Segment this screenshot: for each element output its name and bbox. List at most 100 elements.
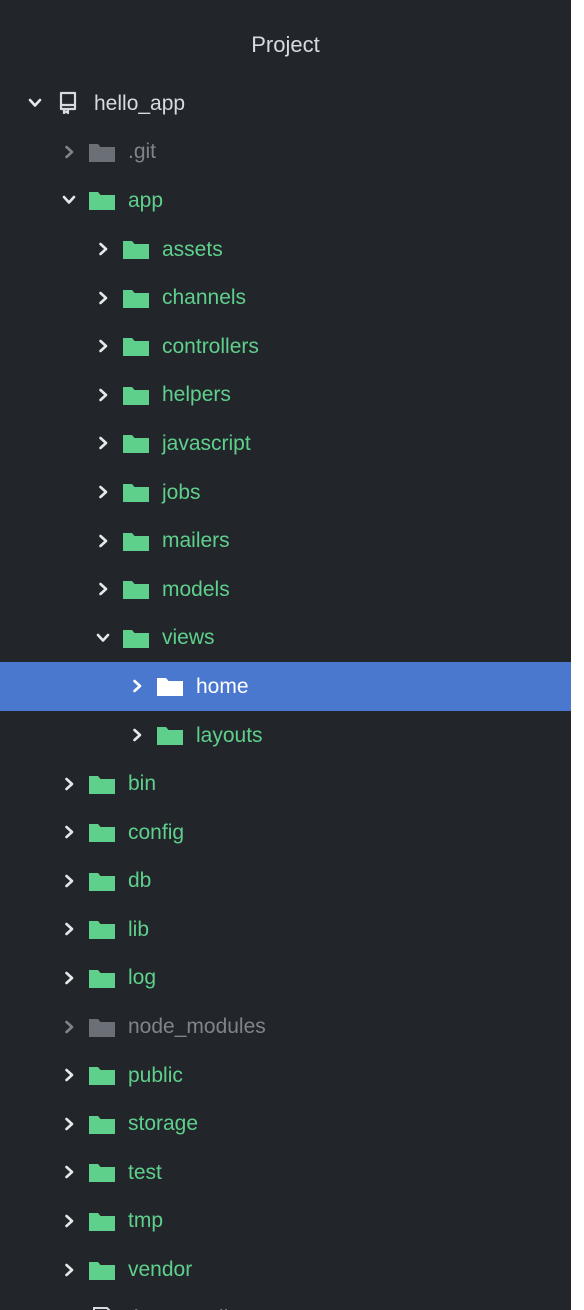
scrollbar[interactable] [571,0,584,1310]
tree-item-layouts[interactable]: layouts [0,711,571,760]
tree-item-jobs[interactable]: jobs [0,468,571,517]
tree-item-label: jobs [162,480,201,504]
tree-item-label: layouts [196,723,263,747]
chevron-right-icon[interactable] [90,485,116,499]
folder-icon [122,238,150,260]
folder-icon [122,335,150,357]
chevron-right-icon[interactable] [90,388,116,402]
tree-item-vendor[interactable]: vendor [0,1245,571,1294]
folder-icon [88,189,116,211]
tree-item-channels[interactable]: channels [0,273,571,322]
folder-icon [122,384,150,406]
folder-icon [88,773,116,795]
folder-icon [122,481,150,503]
tree-item-label: bin [128,772,157,796]
folder-icon [122,627,150,649]
tree-item-label: app [128,188,164,212]
folder-icon [122,432,150,454]
tree-item-label: home [196,674,249,698]
chevron-right-icon[interactable] [56,145,82,159]
chevron-right-icon[interactable] [56,825,82,839]
tree-item-label: vendor [128,1258,193,1282]
tree-item-label: node_modules [128,1015,266,1039]
tree-item-home[interactable]: home [0,662,571,711]
tree-item-node-modules[interactable]: node_modules [0,1002,571,1051]
chevron-down-icon[interactable] [90,631,116,645]
tree-item-app[interactable]: app [0,176,571,225]
tree-item-hello-app[interactable]: hello_app [0,79,571,128]
chevron-right-icon[interactable] [90,436,116,450]
tree-item-label: models [162,577,230,601]
chevron-right-icon[interactable] [56,1214,82,1228]
chevron-right-icon[interactable] [90,291,116,305]
tree-item-browserslistrc[interactable]: .browserslistrc [0,1294,571,1310]
chevron-right-icon[interactable] [56,1068,82,1082]
tree-item-controllers[interactable]: controllers [0,322,571,371]
folder-icon [88,870,116,892]
chevron-right-icon[interactable] [90,242,116,256]
chevron-down-icon[interactable] [56,193,82,207]
tree-item-lib[interactable]: lib [0,905,571,954]
chevron-right-icon[interactable] [56,922,82,936]
tree-item-tmp[interactable]: tmp [0,1197,571,1246]
folder-icon [88,967,116,989]
tree-item-log[interactable]: log [0,954,571,1003]
tree-item-label: assets [162,237,223,261]
chevron-right-icon[interactable] [56,777,82,791]
panel-title: Project [251,32,320,57]
chevron-right-icon[interactable] [90,582,116,596]
folder-icon [88,1161,116,1183]
tree-item-label: config [128,820,185,844]
tree-item-test[interactable]: test [0,1148,571,1197]
chevron-right-icon[interactable] [56,1020,82,1034]
folder-icon [88,1064,116,1086]
folder-icon [88,1210,116,1232]
folder-icon [156,724,184,746]
folder-icon [156,675,184,697]
tree-item-label: controllers [162,334,259,358]
tree-item-bin[interactable]: bin [0,759,571,808]
folder-icon [88,1113,116,1135]
tree-item-label: javascript [162,431,251,455]
tree-item-mailers[interactable]: mailers [0,516,571,565]
tree-item-label: log [128,966,157,990]
repo-icon [54,92,82,115]
tree-item-public[interactable]: public [0,1051,571,1100]
tree-item-helpers[interactable]: helpers [0,371,571,420]
tree-item-git[interactable]: .git [0,128,571,177]
chevron-right-icon[interactable] [56,971,82,985]
tree-item-javascript[interactable]: javascript [0,419,571,468]
folder-icon [88,1016,116,1038]
folder-icon [88,821,116,843]
tree-item-label: helpers [162,383,231,407]
project-panel: Project hello_app .git app assets channels co… [0,0,584,1310]
chevron-right-icon[interactable] [90,534,116,548]
tree-item-label: public [128,1063,183,1087]
tree-item-label: views [162,626,215,650]
chevron-right-icon[interactable] [56,1165,82,1179]
folder-icon [88,141,116,163]
chevron-right-icon[interactable] [56,874,82,888]
file-tree: hello_app .git app assets channels controller… [0,79,571,1310]
folder-icon [88,1259,116,1281]
chevron-right-icon[interactable] [90,339,116,353]
tree-item-label: storage [128,1112,199,1136]
tree-item-label: test [128,1160,162,1184]
tree-item-assets[interactable]: assets [0,225,571,274]
tree-item-label: tmp [128,1209,164,1233]
chevron-right-icon[interactable] [124,728,150,742]
tree-item-models[interactable]: models [0,565,571,614]
tree-item-storage[interactable]: storage [0,1099,571,1148]
chevron-right-icon[interactable] [56,1263,82,1277]
tree-item-db[interactable]: db [0,857,571,906]
tree-item-views[interactable]: views [0,614,571,663]
folder-icon [88,918,116,940]
chevron-down-icon[interactable] [22,96,48,110]
tree-item-label: db [128,869,152,893]
tree-item-config[interactable]: config [0,808,571,857]
chevron-right-icon[interactable] [56,1117,82,1131]
tree-item-label: mailers [162,529,230,553]
tree-item-label: channels [162,286,247,310]
tree-item-label: .git [128,140,157,164]
chevron-right-icon[interactable] [124,679,150,693]
